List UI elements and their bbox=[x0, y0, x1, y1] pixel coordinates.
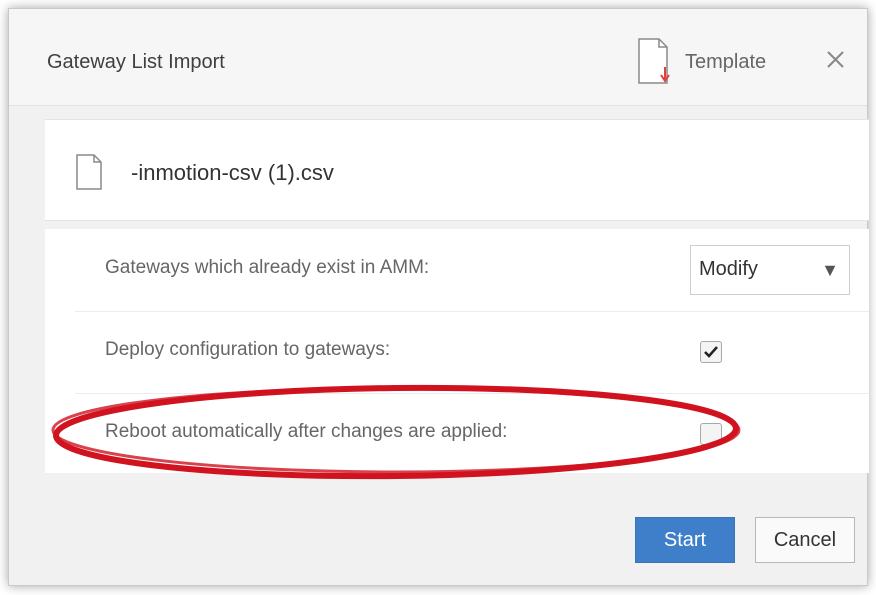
dialog-header: Gateway List Import Template bbox=[9, 9, 867, 106]
checkmark-icon bbox=[704, 346, 718, 358]
deploy-config-row: Deploy configuration to gateways: bbox=[75, 311, 869, 394]
import-options: Gateways which already exist in AMM: Mod… bbox=[45, 229, 869, 473]
dialog-title: Gateway List Import bbox=[47, 51, 225, 73]
selected-file-panel: -inmotion-csv (1).csv bbox=[45, 119, 869, 221]
deploy-config-label: Deploy configuration to gateways: bbox=[105, 339, 391, 360]
template-label: Template bbox=[685, 51, 767, 73]
deploy-config-checkbox[interactable] bbox=[700, 341, 722, 363]
reboot-checkbox[interactable] bbox=[700, 423, 722, 445]
chevron-down-icon: ▼ bbox=[821, 260, 839, 280]
reboot-label: Reboot automatically after changes are a… bbox=[105, 421, 508, 442]
cancel-button[interactable]: Cancel bbox=[755, 517, 855, 563]
file-name: -inmotion-csv (1).csv bbox=[131, 160, 334, 185]
reboot-row: Reboot automatically after changes are a… bbox=[75, 393, 869, 475]
dialog-footer: Start Cancel bbox=[9, 485, 867, 587]
gateway-import-dialog: Gateway List Import Template -inmotion-c… bbox=[8, 8, 869, 587]
existing-gateways-row: Gateways which already exist in AMM: Mod… bbox=[75, 229, 869, 312]
template-download-button[interactable]: Template bbox=[635, 37, 791, 87]
file-icon bbox=[76, 154, 102, 190]
start-button[interactable]: Start bbox=[635, 517, 735, 563]
existing-gateways-select[interactable]: Modify ▼ bbox=[690, 245, 850, 295]
file-download-icon bbox=[638, 38, 670, 84]
existing-gateways-label: Gateways which already exist in AMM: bbox=[105, 257, 430, 278]
close-button[interactable] bbox=[821, 45, 851, 75]
close-icon bbox=[827, 51, 844, 68]
existing-gateways-value: Modify bbox=[699, 258, 758, 280]
